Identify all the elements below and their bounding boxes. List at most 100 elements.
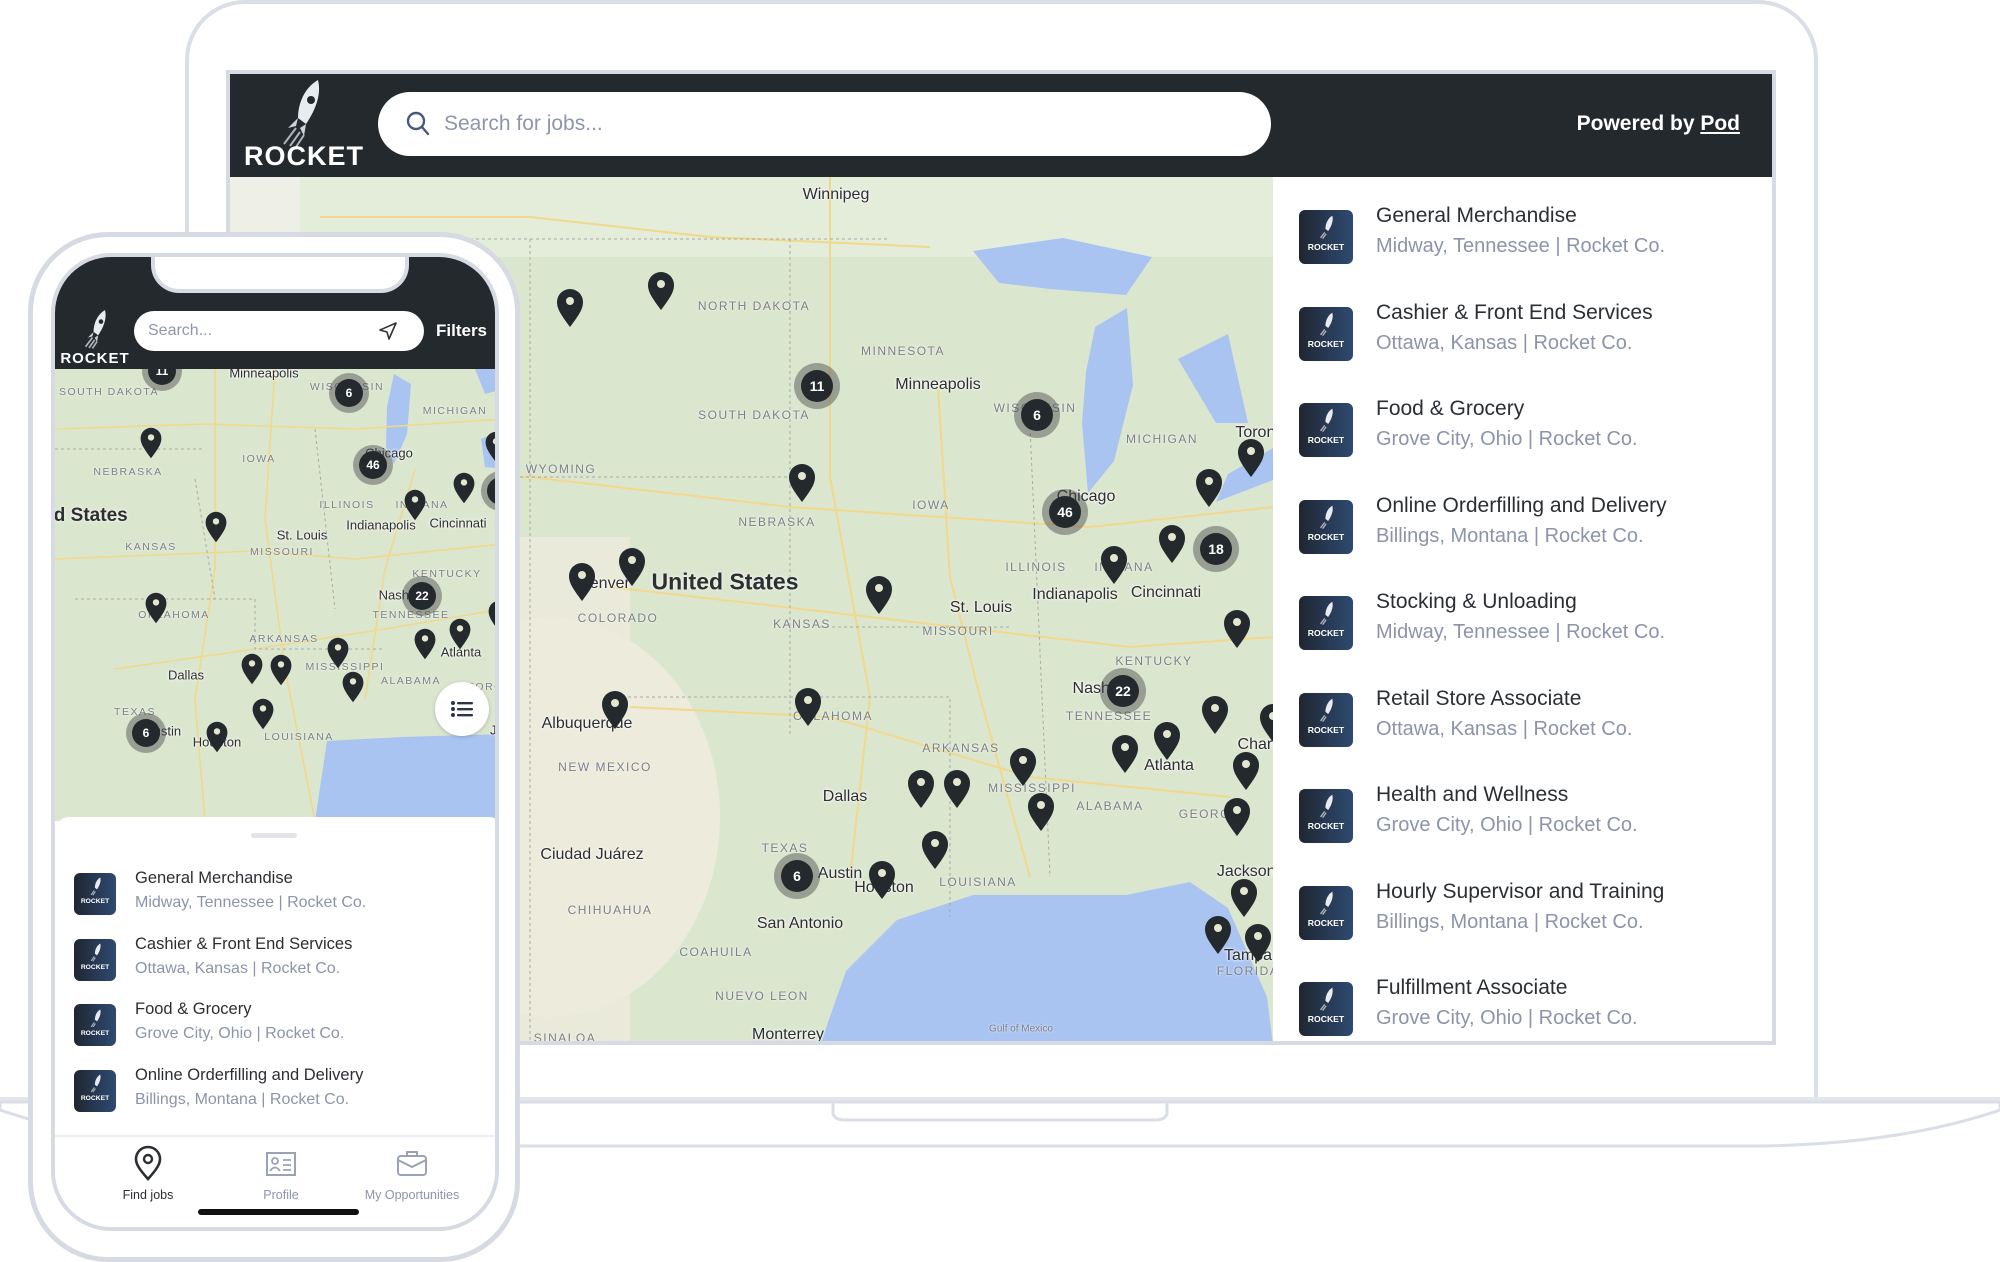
job-list-item[interactable]: ROCKET General Merchandise Midway, Tenness… (74, 869, 494, 925)
map-pin-icon[interactable] (1222, 609, 1252, 649)
map-pin-icon[interactable] (1231, 751, 1261, 791)
map-cluster[interactable]: 11 (794, 363, 840, 409)
map-label: Ciudad Juárez (540, 846, 644, 863)
map-pin-icon[interactable] (1236, 438, 1266, 478)
map-pin-icon[interactable] (240, 653, 264, 685)
job-list-item[interactable]: ROCKET Food & Grocery Grove City, Ohio | R… (74, 1000, 494, 1056)
map-pin-icon[interactable] (269, 654, 293, 686)
map-pin-icon[interactable] (448, 618, 472, 650)
job-list-item[interactable]: ROCKET Cashier & Front End Services Ottawa… (1299, 301, 1769, 381)
map-pin-icon[interactable] (617, 547, 647, 587)
map-pin-icon[interactable] (787, 463, 817, 503)
map-pin-icon[interactable] (205, 721, 229, 753)
tab-profile[interactable]: Profile (211, 1145, 351, 1202)
map-pin-icon[interactable] (600, 690, 630, 730)
mobile-search-input[interactable] (148, 322, 378, 340)
logo-text: ROCKET (244, 141, 364, 171)
briefcase-icon (397, 1151, 427, 1176)
map-pin-icon[interactable] (793, 687, 823, 727)
logo-text: ROCKET (60, 350, 130, 367)
map-pin-icon[interactable] (1008, 747, 1038, 787)
map-pin-icon[interactable] (1194, 468, 1224, 508)
job-list-item[interactable]: ROCKET Food & Grocery Grove City, Ohio | R… (1299, 397, 1769, 477)
map-pin-icon[interactable] (1229, 878, 1259, 918)
mobile-map[interactable]: Minneapolis SOUTH DAKOTA WISCONSIN MICHI… (55, 369, 495, 821)
map-pin-icon[interactable] (1200, 695, 1230, 735)
map-label: ILLINOIS (319, 499, 375, 511)
powered-by: Powered by Pod (1577, 112, 1740, 136)
job-list-item[interactable]: ROCKET Cashier & Front End Services Ottawa… (74, 935, 494, 991)
job-list-item[interactable]: ROCKET Fulfillment Associate Grove City, O… (1299, 976, 1769, 1041)
map-cluster[interactable]: 46 (1042, 489, 1088, 535)
map-cluster[interactable]: 22 (1100, 668, 1146, 714)
home-indicator (198, 1209, 359, 1215)
pod-link[interactable]: Pod (1700, 112, 1740, 135)
job-list-item[interactable]: ROCKET Online Orderfilling and Delivery Bi… (74, 1066, 494, 1122)
map-pin-icon[interactable] (1152, 721, 1182, 761)
map-cluster[interactable]: 6 (126, 713, 166, 753)
map-pin-icon[interactable] (341, 671, 365, 703)
job-list-item[interactable]: ROCKET Retail Store Associate Ottawa, Kans… (1299, 687, 1769, 767)
location-arrow-icon[interactable] (378, 321, 398, 341)
map-pin-icon[interactable] (906, 769, 936, 809)
map-pin-icon[interactable] (1243, 923, 1273, 963)
map-pin-icon[interactable] (326, 637, 350, 669)
map-pin-icon[interactable] (251, 698, 275, 730)
map-pin-icon[interactable] (1222, 797, 1252, 837)
company-logo: ROCKET (1299, 692, 1353, 747)
map-pin-icon[interactable] (1110, 734, 1140, 774)
map-pin-icon[interactable] (864, 575, 894, 615)
map-pin-icon[interactable] (144, 592, 168, 624)
company-logo-text: ROCKET (1307, 1014, 1345, 1025)
map-pin-icon[interactable] (484, 431, 495, 463)
job-search-input[interactable] (444, 112, 1204, 136)
map-pin-icon[interactable] (1026, 792, 1056, 832)
map-cluster[interactable]: 6 (774, 853, 820, 899)
map-cluster[interactable]: 18 (1193, 526, 1239, 572)
map-cluster[interactable]: 6 (1014, 392, 1060, 438)
drag-handle[interactable] (251, 833, 297, 838)
job-list-item[interactable]: ROCKET Hourly Supervisor and Training Bill… (1299, 880, 1769, 960)
map-pin-icon[interactable] (452, 472, 476, 504)
map-pin-icon[interactable] (139, 427, 163, 459)
map-pin-icon[interactable] (1203, 915, 1233, 955)
job-list-item[interactable]: ROCKET Health and Wellness Grove City, Ohi… (1299, 783, 1769, 863)
tab-find-jobs[interactable]: Find jobs (78, 1145, 218, 1202)
map-label: COLORADO (577, 611, 659, 625)
job-list-item[interactable]: ROCKET Stocking & Unloading Midway, Tennes… (1299, 590, 1769, 670)
map-pin-icon[interactable] (403, 489, 427, 521)
cluster-count: 6 (335, 379, 363, 407)
job-list-item[interactable]: ROCKET General Merchandise Midway, Tenness… (1299, 204, 1769, 284)
map-pin-icon[interactable] (1099, 545, 1129, 585)
map-label: FLORIDA (1216, 964, 1273, 978)
map-pin-icon[interactable] (1258, 703, 1273, 743)
map-pin-icon[interactable] (646, 271, 676, 311)
job-list-item[interactable]: ROCKET Online Orderfilling and Delivery Bi… (1299, 494, 1769, 574)
map-pin-icon[interactable] (487, 600, 495, 632)
map-pin-icon[interactable] (413, 628, 437, 660)
map-pin-icon[interactable] (942, 769, 972, 809)
cluster-count: 6 (781, 860, 813, 892)
map-pin-icon[interactable] (1157, 524, 1187, 564)
map-pin-icon[interactable] (555, 288, 585, 328)
mobile-search-bar[interactable] (134, 311, 424, 351)
map-label: TENNESSEE (1065, 709, 1153, 723)
map-label: KANSAS (773, 617, 831, 631)
map-cluster[interactable]: 6 (329, 373, 369, 413)
id-card-icon (266, 1152, 296, 1176)
rocket-logo[interactable]: ROCKET (59, 309, 131, 367)
map-pin-icon[interactable] (204, 511, 228, 543)
map-cluster[interactable]: 22 (402, 576, 442, 616)
map-cluster[interactable]: 46 (353, 445, 393, 485)
job-subtitle: Billings, Montana | Rocket Co. (1376, 524, 1644, 547)
job-subtitle: Midway, Tennessee | Rocket Co. (135, 894, 367, 911)
map-pin-icon[interactable] (867, 860, 897, 900)
job-search-bar[interactable] (378, 92, 1271, 156)
tab-my-opportunities[interactable]: My Opportunities (342, 1145, 482, 1202)
list-view-button[interactable] (435, 682, 489, 736)
rocket-logo[interactable]: ROCKET (244, 78, 364, 174)
filters-button[interactable]: Filters (436, 321, 487, 341)
map-pin-icon[interactable] (567, 562, 597, 602)
map-label: Minneapolis (229, 369, 299, 381)
map-pin-icon[interactable] (920, 830, 950, 870)
